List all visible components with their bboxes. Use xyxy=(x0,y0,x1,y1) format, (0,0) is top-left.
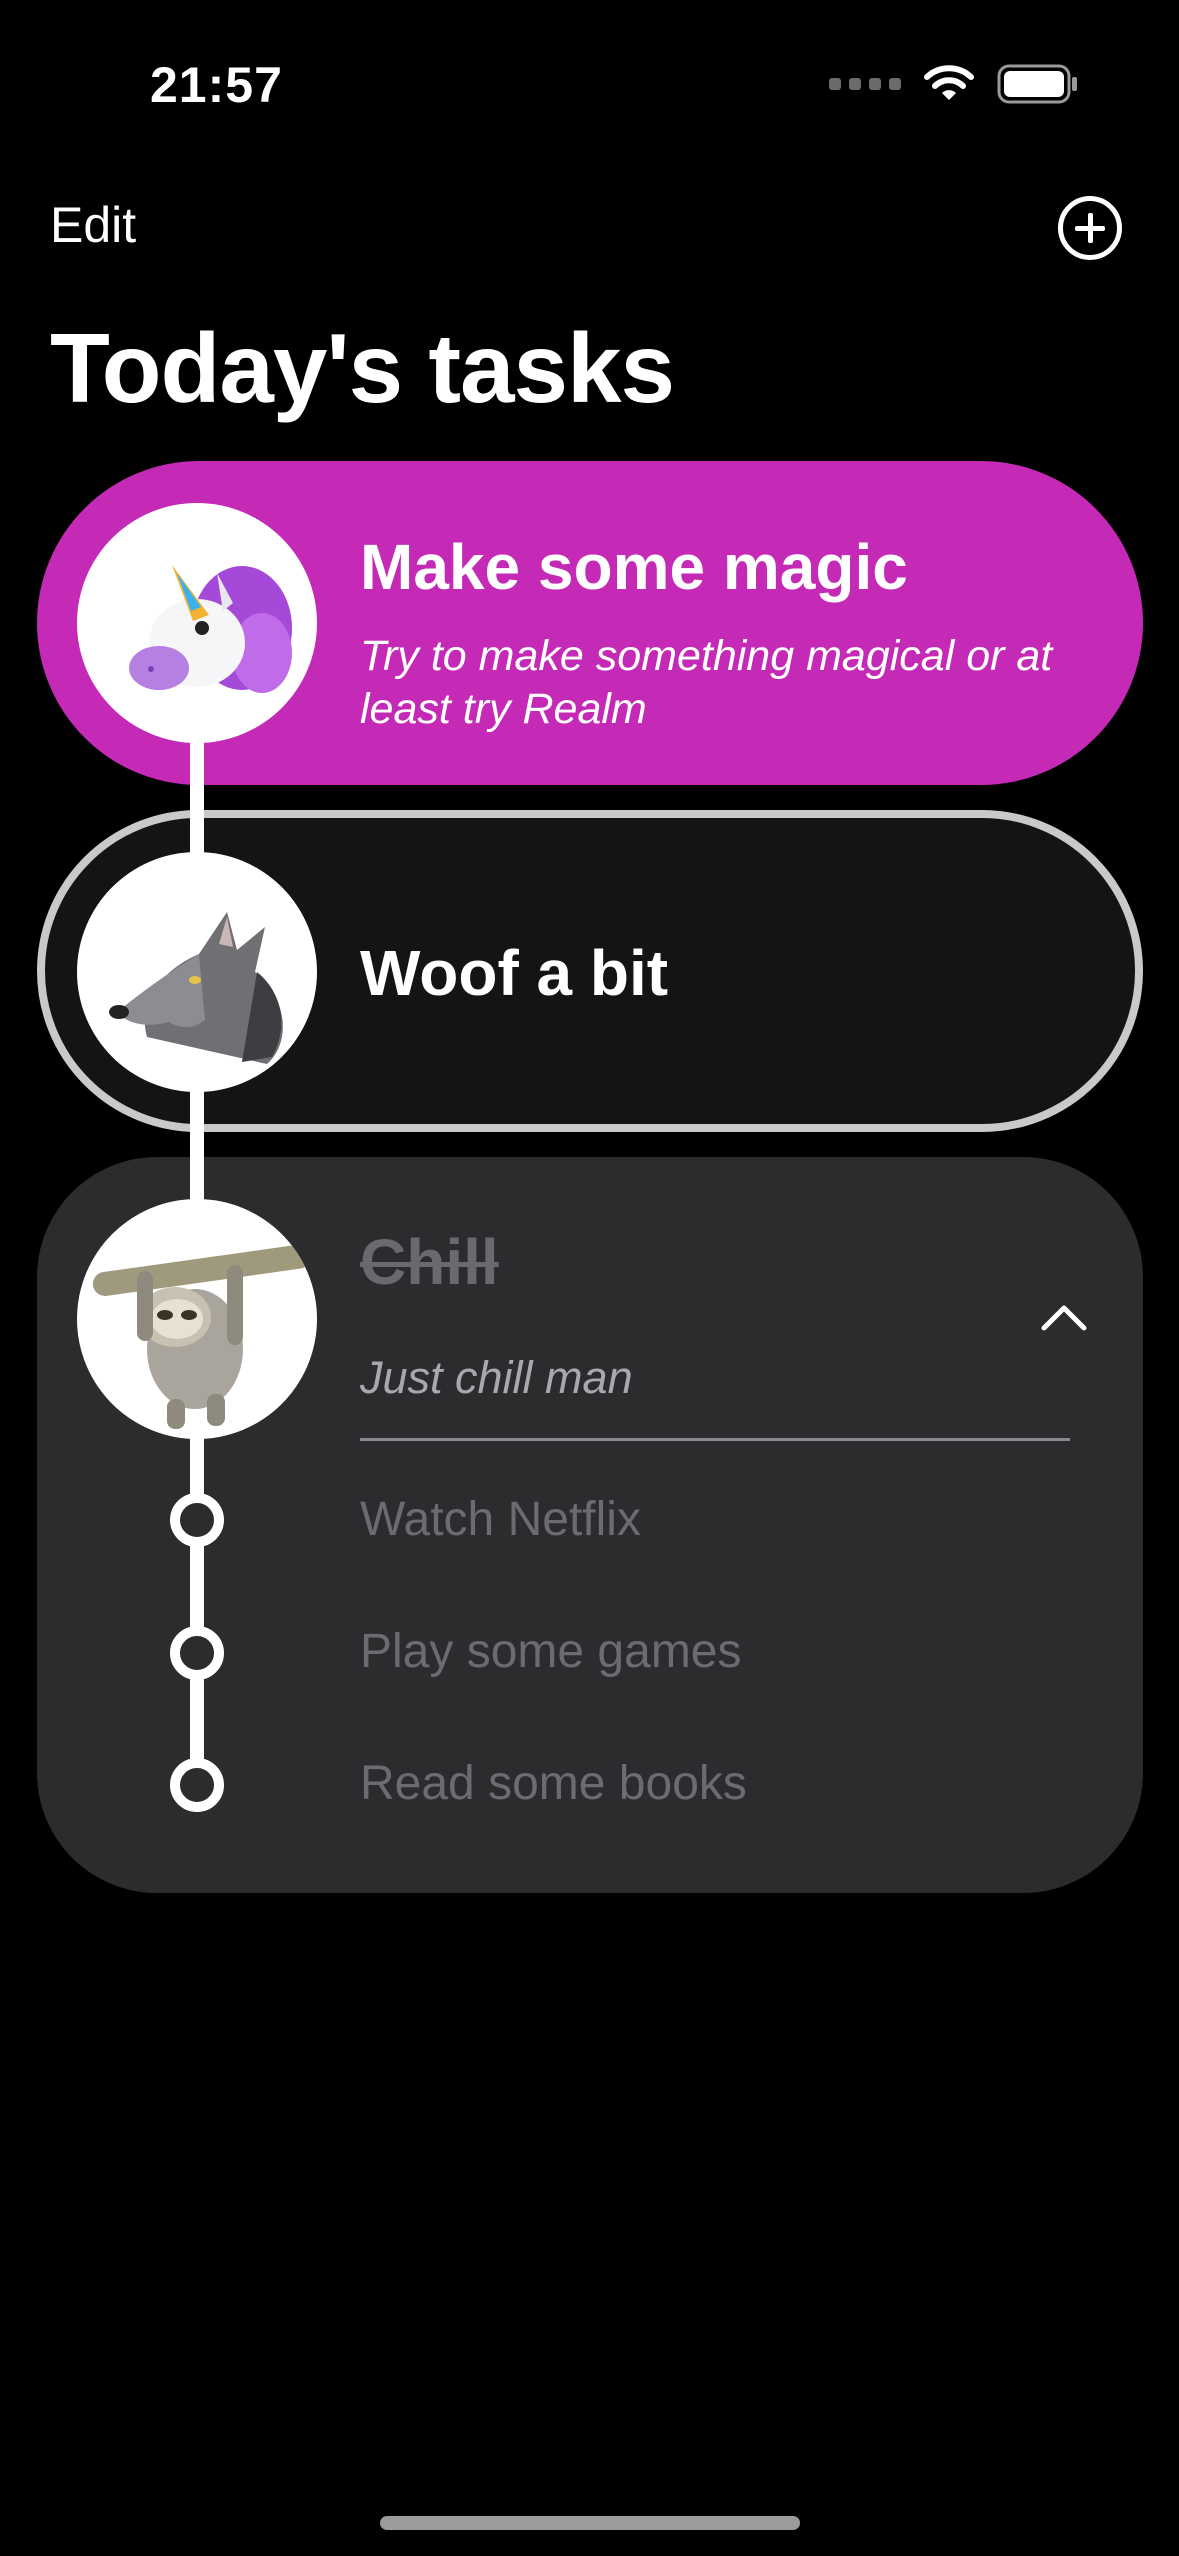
subtask-checkbox[interactable] xyxy=(170,1493,224,1547)
unicorn-icon xyxy=(77,503,317,743)
home-indicator[interactable] xyxy=(380,2516,800,2530)
subtask-checkbox[interactable] xyxy=(170,1626,224,1680)
cellular-dots-icon xyxy=(829,78,901,90)
sloth-icon xyxy=(77,1199,317,1439)
divider xyxy=(360,1438,1070,1441)
task-title: Woof a bit xyxy=(360,937,669,1009)
subtask-checkbox[interactable] xyxy=(170,1758,224,1812)
page-title: Today's tasks xyxy=(50,313,675,423)
edit-button[interactable]: Edit xyxy=(50,196,136,254)
wolf-icon xyxy=(77,852,317,1092)
status-time: 21:57 xyxy=(150,57,283,113)
subtask-label[interactable]: Watch Netflix xyxy=(360,1492,641,1547)
wifi-icon xyxy=(924,65,974,100)
add-task-button[interactable] xyxy=(1058,196,1122,260)
task-subtitle: Try to make something magical or at leas… xyxy=(360,632,1053,733)
chevron-up-icon[interactable] xyxy=(1040,1302,1088,1332)
subtask-label[interactable]: Read some books xyxy=(360,1756,747,1811)
task-subtitle: Just chill man xyxy=(360,1352,633,1403)
battery-icon xyxy=(997,64,1077,104)
task-title: Make some magic xyxy=(360,531,908,603)
subtask-label[interactable]: Play some games xyxy=(360,1624,742,1679)
task-title-completed: Chill xyxy=(360,1226,499,1298)
status-icons xyxy=(829,64,1079,104)
